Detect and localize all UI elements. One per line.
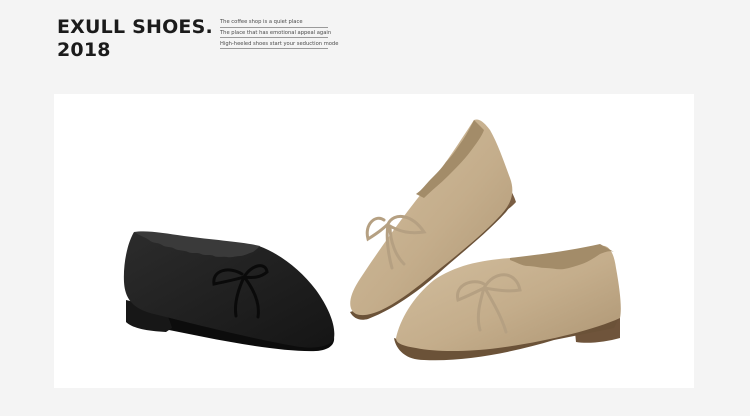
tagline: The coffee shop is a quiet place The pla… — [220, 18, 338, 50]
brand-title: EXULL SHOES. 2018 — [57, 16, 213, 62]
tagline-line-2: The place that has emotional appeal agai… — [220, 29, 331, 39]
tagline-line-3: High-heeled shoes start your seduction m… — [220, 40, 338, 50]
product-photo — [123, 119, 621, 361]
brand-name: EXULL SHOES. — [57, 16, 213, 38]
black-shoe — [123, 231, 335, 352]
product-image-panel — [54, 94, 694, 388]
brand-year: 2018 — [57, 39, 111, 61]
tagline-line-1: The coffee shop is a quiet place — [220, 18, 328, 28]
